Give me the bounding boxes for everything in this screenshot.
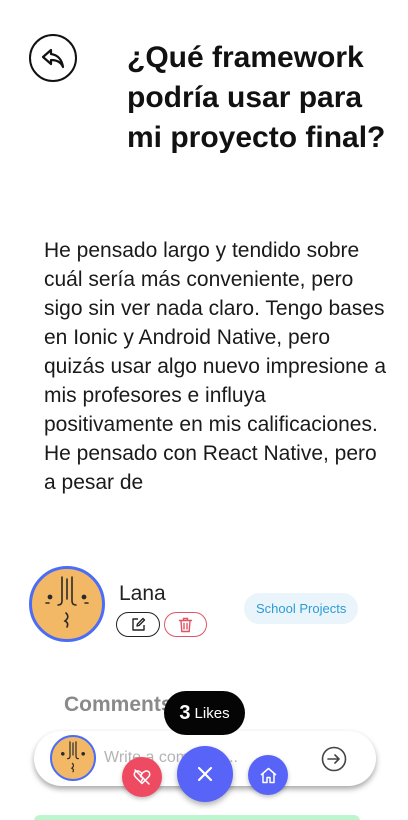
post-body: He pensado largo y tendido sobre cuál se… [44,239,387,494]
post-title: ¿Qué framework podría usar para mi proye… [127,41,386,154]
author-name: Lana [119,582,166,605]
home-button[interactable] [248,755,288,795]
delete-button[interactable] [164,612,207,637]
broken-heart-icon [133,769,151,785]
back-arrow-icon [41,48,65,69]
category-tag[interactable]: School Projects [244,593,359,624]
send-arrow-icon [321,746,347,772]
avatar-illustration [45,576,89,628]
close-actions-button[interactable] [177,746,233,802]
comments-heading: Comments [64,693,173,716]
unlike-button[interactable] [122,757,162,797]
author-avatar[interactable] [29,566,105,642]
next-card-peek [34,815,360,820]
back-button[interactable] [29,34,77,82]
comment-avatar [50,735,96,781]
trash-icon [178,617,193,632]
likes-label: Likes [194,704,230,722]
likes-count: 3 [179,701,191,724]
likes-counter: 3 Likes [164,691,245,735]
edit-icon [131,617,145,631]
close-icon [197,766,213,782]
edit-button[interactable] [116,612,160,637]
avatar-illustration [61,741,85,773]
send-button[interactable] [321,746,347,772]
home-icon [260,767,276,783]
